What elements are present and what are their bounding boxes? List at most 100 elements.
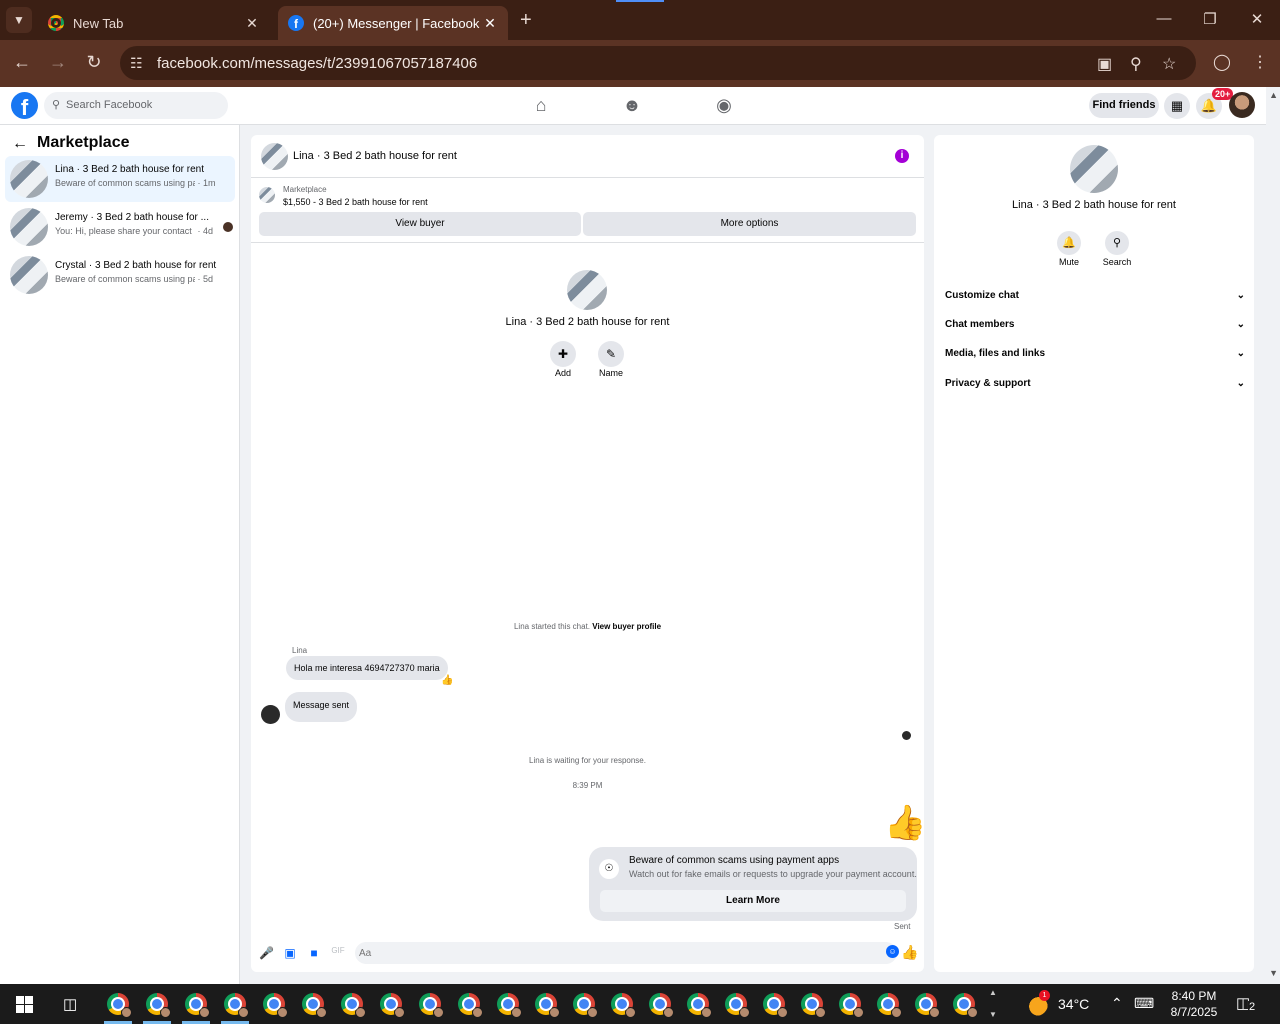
chrome-taskbar-icon[interactable] (263, 993, 288, 1018)
chrome-taskbar-icon[interactable] (649, 993, 674, 1018)
show-hidden-icons-chevron-icon[interactable]: ⌃ (1111, 995, 1123, 1012)
url-text[interactable]: facebook.com/messages/t/2399106705718740… (157, 55, 477, 72)
menu-grid-icon[interactable]: ▦ (1164, 93, 1190, 119)
bookmark-star-icon[interactable]: ☆ (1162, 54, 1176, 74)
sticker-icon[interactable]: ■ (307, 946, 321, 960)
privacy-support-row[interactable]: Privacy & support ⌄ (945, 378, 1245, 398)
chrome-taskbar-icon[interactable] (953, 993, 978, 1018)
facebook-header: f ⚲ Search Facebook ⌂ ☻ ◉ Find friends ▦… (0, 87, 1266, 125)
chrome-taskbar-icon[interactable] (302, 993, 327, 1018)
chrome-taskbar-icon[interactable] (497, 993, 522, 1018)
conversation-item-lina[interactable]: Lina · 3 Bed 2 bath house for rent Bewar… (5, 156, 235, 202)
chrome-taskbar-icon[interactable] (107, 993, 132, 1018)
system-clock[interactable]: 8:40 PM 8/7/2025 (1166, 988, 1222, 1020)
chrome-taskbar-icon[interactable] (535, 993, 560, 1018)
more-options-button[interactable]: More options (583, 212, 916, 236)
reload-button[interactable]: ↻ (82, 52, 106, 73)
close-tab-icon[interactable]: ✕ (482, 15, 498, 32)
install-app-icon[interactable]: ▣ (1097, 54, 1112, 74)
chrome-taskbar-icon[interactable] (877, 993, 902, 1018)
site-info-icon[interactable]: ☷ (130, 55, 143, 72)
weather-icon[interactable]: 1 (1024, 990, 1050, 1016)
media-files-links-row[interactable]: Media, files and links ⌄ (945, 348, 1245, 368)
find-friends-button[interactable]: Find friends (1089, 93, 1159, 118)
chat-thumbnail[interactable] (261, 143, 288, 170)
chrome-taskbar-icon[interactable] (573, 993, 598, 1018)
like-send-icon[interactable]: 👍 (901, 944, 918, 961)
mute-bell-icon[interactable]: 🔔 (1057, 231, 1081, 255)
temperature-text[interactable]: 34°C (1058, 996, 1089, 1012)
message-sent-bubble[interactable]: Message sent (285, 692, 358, 722)
keyboard-icon[interactable]: ⌨ (1134, 995, 1154, 1012)
chrome-taskbar-icon[interactable] (185, 993, 210, 1018)
groups-nav-icon[interactable]: ◉ (712, 95, 736, 116)
tab-messenger[interactable]: f (20+) Messenger | Facebook ✕ (278, 6, 508, 40)
chrome-taskbar-icon[interactable] (380, 993, 405, 1018)
conversation-snippet: Beware of common scams using pay... · 5d (55, 274, 214, 284)
address-bar[interactable]: ☷ facebook.com/messages/t/23991067057187… (120, 46, 1196, 80)
gif-icon[interactable]: GIF (331, 946, 345, 955)
page-scroll-down-icon[interactable]: ▼ (1269, 968, 1278, 978)
chrome-taskbar-icon[interactable] (458, 993, 483, 1018)
back-arrow-icon[interactable]: ← (12, 135, 28, 153)
conversation-item-jeremy[interactable]: Jeremy · 3 Bed 2 bath house for ... You:… (5, 204, 235, 250)
task-view-icon[interactable]: ◫ (63, 995, 77, 1013)
chrome-taskbar-icon[interactable] (687, 993, 712, 1018)
search-icon[interactable]: ⚲ (1105, 231, 1129, 255)
chrome-taskbar-icon[interactable] (224, 993, 249, 1018)
facebook-logo-icon[interactable]: f (11, 92, 38, 120)
info-icon[interactable]: i (895, 149, 909, 163)
chrome-taskbar-icon[interactable] (801, 993, 826, 1018)
minimize-button[interactable]: — (1141, 10, 1187, 27)
tab-new-tab[interactable]: New Tab ✕ (38, 6, 270, 40)
message-input[interactable] (359, 945, 859, 961)
conversation-item-crystal[interactable]: Crystal · 3 Bed 2 bath house for rent Be… (5, 252, 235, 298)
windows-start-icon[interactable] (16, 996, 33, 1013)
chrome-taskbar-icon[interactable] (341, 993, 366, 1018)
view-buyer-profile-link[interactable]: View buyer profile (592, 622, 661, 631)
close-tab-icon[interactable]: ✕ (244, 15, 260, 32)
tab-search-button[interactable]: ▼ (6, 7, 32, 33)
scam-warning-card: ☉ Beware of common scams using payment a… (589, 847, 917, 921)
chrome-taskbar-icon[interactable] (763, 993, 788, 1018)
chrome-taskbar-icon[interactable] (146, 993, 171, 1018)
chrome-taskbar-icon[interactable] (419, 993, 444, 1018)
close-window-button[interactable]: ✕ (1234, 10, 1280, 28)
chat-title[interactable]: Lina · 3 Bed 2 bath house for rent (293, 150, 457, 162)
customize-chat-row[interactable]: Customize chat ⌄ (945, 290, 1245, 310)
browser-toolbar: ← → ↻ ☷ facebook.com/messages/t/23991067… (0, 40, 1280, 87)
taskbar-scroll-down-icon[interactable]: ▼ (989, 1010, 997, 1019)
microphone-icon[interactable]: 🎤 (259, 946, 274, 960)
restore-button[interactable]: ❐ (1187, 10, 1233, 28)
thumbs-up-reaction-icon[interactable]: 👍 (441, 675, 453, 686)
new-tab-button[interactable]: + (520, 9, 532, 32)
page-scroll-up-icon[interactable]: ▲ (1269, 90, 1278, 100)
forward-button[interactable]: → (46, 52, 70, 73)
chrome-taskbar-icon[interactable] (915, 993, 940, 1018)
edit-name-icon[interactable]: ✎ (598, 341, 624, 367)
photo-icon[interactable]: ▣ (283, 946, 297, 960)
message-composer[interactable]: ☺ (355, 942, 899, 964)
chrome-menu-icon[interactable]: ⋮ (1252, 52, 1268, 72)
chrome-taskbar-icon[interactable] (839, 993, 864, 1018)
chat-members-row[interactable]: Chat members ⌄ (945, 319, 1245, 339)
sender-avatar[interactable] (261, 705, 280, 724)
account-avatar[interactable] (1229, 92, 1255, 118)
view-buyer-button[interactable]: View buyer (259, 212, 581, 236)
back-button[interactable]: ← (10, 52, 34, 73)
home-nav-icon[interactable]: ⌂ (529, 95, 553, 116)
chat-center-title: Lina · 3 Bed 2 bath house for rent (505, 316, 670, 328)
learn-more-button[interactable]: Learn More (600, 890, 906, 912)
sent-like-icon[interactable]: 👍 (884, 803, 926, 843)
emoji-icon[interactable]: ☺ (886, 945, 899, 958)
chrome-taskbar-icon[interactable] (725, 993, 750, 1018)
zoom-icon[interactable]: ⚲ (1130, 54, 1142, 74)
taskbar-scroll-up-icon[interactable]: ▲ (989, 988, 997, 997)
chrome-taskbar-icon[interactable] (611, 993, 636, 1018)
notification-center-icon[interactable]: ◫ 2 (1236, 994, 1257, 1013)
search-facebook-input[interactable]: ⚲ Search Facebook (44, 92, 228, 119)
friends-nav-icon[interactable]: ☻ (620, 95, 644, 116)
add-person-icon[interactable]: ✚ (550, 341, 576, 367)
incoming-message[interactable]: Hola me interesa 4694727370 maria (286, 656, 448, 680)
profile-icon[interactable]: ◯ (1213, 52, 1231, 72)
